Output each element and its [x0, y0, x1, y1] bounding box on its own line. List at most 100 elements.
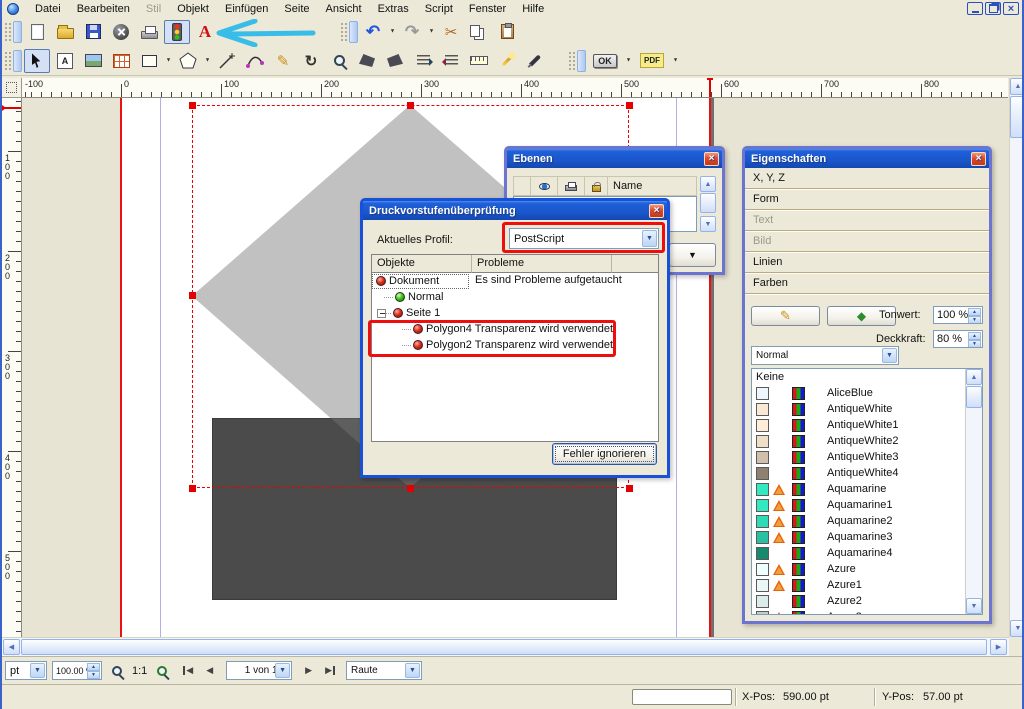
zoom-ratio-label[interactable]: 1:1 [132, 665, 147, 677]
objects-column-header[interactable]: Objekte [372, 255, 472, 273]
layer-visible-column[interactable] [531, 176, 558, 196]
tab-farben[interactable]: Farben [745, 273, 989, 294]
menu-datei[interactable]: Datei [27, 2, 69, 16]
scroll-up-icon[interactable]: ▲ [966, 369, 982, 385]
last-page-button[interactable]: ▶ [325, 665, 335, 676]
paste-button[interactable] [494, 20, 520, 44]
color-row[interactable]: AntiqueWhite2 [752, 433, 982, 449]
color-row[interactable]: Aquamarine1 [752, 497, 982, 513]
properties-title-bar[interactable]: Eigenschaften × [745, 149, 989, 168]
save-button[interactable] [80, 20, 106, 44]
eyedropper-tool[interactable] [522, 49, 548, 73]
horizontal-scroll-thumb[interactable] [21, 639, 987, 655]
dropdown-arrow-icon[interactable] [642, 230, 657, 247]
undo-button[interactable]: ↶ [360, 20, 386, 44]
color-row[interactable]: AliceBlue [752, 385, 982, 401]
toolbar-handle[interactable] [349, 21, 358, 43]
zoom-out-button[interactable] [107, 661, 127, 681]
tree-row-polygon4[interactable]: Polygon4 Transparenz wird verwendet [372, 321, 658, 337]
color-list[interactable]: Keine AliceBlue AntiqueWhite AntiqueWhit… [751, 368, 983, 615]
collapse-icon[interactable] [377, 309, 386, 318]
toolbar-grip[interactable] [568, 51, 575, 71]
dropdown-arrow-icon[interactable] [275, 663, 290, 678]
scroll-down-icon[interactable]: ▼ [700, 216, 716, 232]
color-row[interactable]: AntiqueWhite3 [752, 449, 982, 465]
vertical-scroll-thumb[interactable] [1010, 96, 1024, 138]
menu-seite[interactable]: Seite [276, 2, 317, 16]
color-row[interactable]: Aquamarine3 [752, 529, 982, 545]
preflight-table[interactable]: Objekte Probleme Dokument Es sind Proble… [371, 254, 659, 442]
scroll-thumb[interactable] [700, 193, 716, 213]
tree-row-seite1[interactable]: Seite 1 [372, 305, 658, 321]
shape-dropdown-icon[interactable] [164, 49, 173, 73]
unlink-text-frames-tool[interactable] [438, 49, 464, 73]
close-document-button[interactable] [108, 20, 134, 44]
page-dropdown[interactable]: 1 von 1 [226, 661, 292, 680]
layers-title-bar[interactable]: Ebenen × [507, 149, 722, 168]
tree-row-polygon2[interactable]: Polygon2 Transparenz wird verwendet [372, 337, 658, 353]
ruler-origin-box[interactable] [2, 78, 22, 98]
next-page-button[interactable]: ▶ [305, 665, 312, 676]
toolbar-handle[interactable] [13, 50, 22, 72]
rotate-tool[interactable]: ↻ [298, 49, 324, 73]
color-row[interactable]: Azure3 [752, 609, 982, 615]
pdf-annotation-tool[interactable]: PDF [635, 49, 669, 73]
polygon-dropdown-icon[interactable] [203, 49, 212, 73]
bezier-tool[interactable] [242, 49, 268, 73]
menu-fenster[interactable]: Fenster [461, 2, 514, 16]
menu-objekt[interactable]: Objekt [169, 2, 217, 16]
pdf-tools-dropdown-icon[interactable] [624, 49, 633, 73]
color-row[interactable]: Aquamarine [752, 481, 982, 497]
scroll-up-icon[interactable]: ▲ [700, 176, 716, 192]
document-window-icon[interactable] [7, 3, 19, 15]
toolbar-handle[interactable] [577, 50, 586, 72]
spinner-arrows-icon[interactable] [968, 332, 981, 346]
open-document-button[interactable] [52, 20, 78, 44]
shape-tool[interactable] [136, 49, 162, 73]
measure-tool[interactable] [466, 49, 492, 73]
menu-extras[interactable]: Extras [370, 2, 417, 16]
undo-dropdown-icon[interactable] [388, 20, 397, 44]
text-frame-tool[interactable]: A [52, 49, 78, 73]
color-row[interactable]: Azure1 [752, 577, 982, 593]
toolbar-grip[interactable] [340, 22, 347, 42]
edit-contents-tool[interactable] [354, 49, 380, 73]
line-color-button[interactable]: ✎ [751, 306, 820, 326]
tree-row-normal[interactable]: Normal [372, 289, 658, 305]
selection-handle-br[interactable] [626, 485, 633, 492]
deckkraft-spinner[interactable]: 80 % [933, 330, 983, 348]
story-editor-tool[interactable] [382, 49, 408, 73]
problems-column-header[interactable]: Probleme [472, 255, 612, 273]
toolbar-grip[interactable] [4, 51, 11, 71]
selection-handle-tr[interactable] [626, 102, 633, 109]
redo-button[interactable]: ↷ [399, 20, 425, 44]
selection-handle-tm[interactable] [407, 102, 414, 109]
first-page-button[interactable]: ◀ [183, 665, 193, 676]
layer-lock-column[interactable] [585, 176, 608, 196]
line-tool[interactable] [214, 49, 240, 73]
profile-dropdown[interactable]: PostScript [509, 228, 659, 249]
dropdown-arrow-icon[interactable] [405, 663, 420, 678]
previous-page-button[interactable]: ◀ [206, 665, 213, 676]
unit-dropdown[interactable]: pt [5, 661, 47, 680]
cut-button[interactable]: ✂ [438, 20, 464, 44]
menu-hilfe[interactable]: Hilfe [514, 2, 552, 16]
scroll-right-icon[interactable]: ▶ [990, 639, 1007, 655]
polygon-tool[interactable] [175, 49, 201, 73]
properties-close-icon[interactable]: × [971, 152, 986, 166]
color-row[interactable]: AntiqueWhite1 [752, 417, 982, 433]
layers-scrollbar[interactable]: ▲ ▼ [700, 176, 717, 232]
tab-linien[interactable]: Linien [745, 252, 989, 273]
ignore-errors-button[interactable]: Fehler ignorieren [552, 443, 657, 465]
freehand-tool[interactable]: ✎ [270, 49, 296, 73]
horizontal-ruler[interactable]: -100 0 100 200 300 400 500 600 700 800 [22, 78, 1008, 98]
selection-handle-ml[interactable] [189, 292, 196, 299]
tab-xyz[interactable]: X, Y, Z [745, 168, 989, 189]
layers-close-icon[interactable]: × [704, 152, 719, 166]
vertical-scrollbar[interactable]: ▲ ▼ [1009, 78, 1024, 637]
menu-bearbeiten[interactable]: Bearbeiten [69, 2, 138, 16]
layer-print-column[interactable] [558, 176, 585, 196]
scroll-left-icon[interactable]: ◀ [3, 639, 20, 655]
color-row[interactable]: AntiqueWhite4 [752, 465, 982, 481]
layer-blendmode-dropdown[interactable]: ▼ [669, 243, 716, 267]
